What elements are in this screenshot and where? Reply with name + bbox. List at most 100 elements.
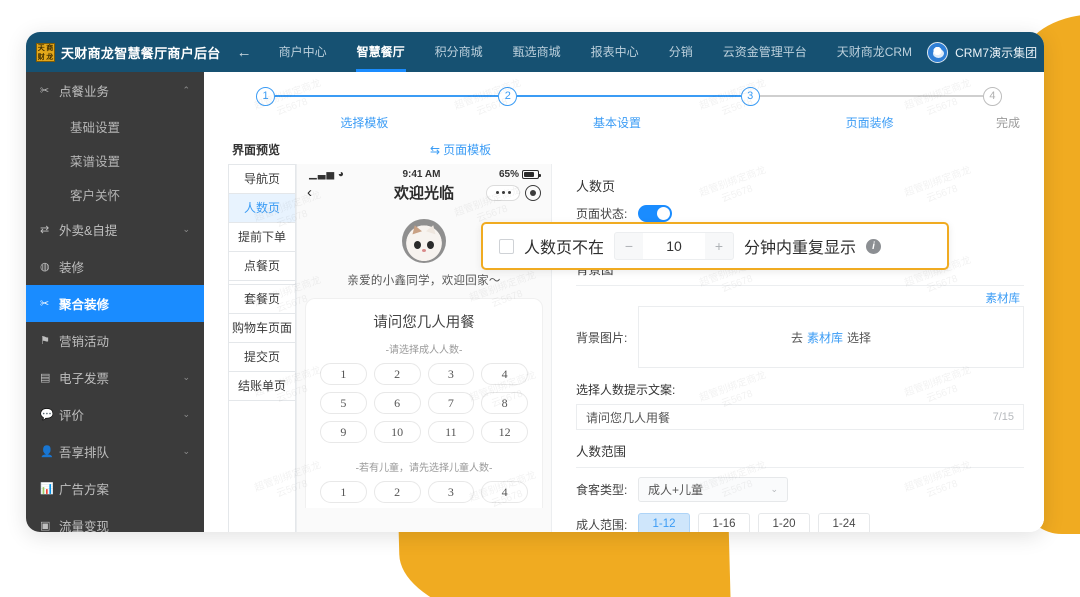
sidebar-icon: ◍ [40, 261, 50, 273]
back-arrow-icon[interactable]: ← [237, 44, 252, 61]
stepper-minus-button[interactable]: − [615, 233, 643, 259]
phone-number-button[interactable]: 12 [481, 421, 528, 443]
page-list-item[interactable]: 提交页 [229, 343, 295, 372]
more-dots-icon[interactable] [486, 184, 520, 201]
adult-range-pill[interactable]: 1-24 [818, 513, 870, 532]
info-icon[interactable]: i [866, 238, 882, 254]
sidebar-item-3[interactable]: 客户关怀 [26, 177, 204, 211]
adult-range-pill[interactable]: 1-16 [698, 513, 750, 532]
phone-people-card: 请问您几人用餐 -请选择成人人数- 1 2 3 4 5 6 7 8 9 10 11 12 -若有儿童，… [305, 298, 543, 508]
phone-number-button[interactable]: 4 [481, 363, 528, 385]
repeat-display-highlight-bar[interactable]: 人数页不在 − 10 + 分钟内重复显示 i [481, 222, 949, 270]
prompt-input[interactable]: 请问您几人用餐 7/15 [576, 404, 1024, 430]
page-list-item[interactable]: 点餐页 [229, 252, 295, 281]
step-circle: 2 [498, 86, 518, 106]
bg-image-picker[interactable]: 去 素材库 选择 [638, 306, 1024, 368]
step-labels-row: 选择模板 基本设置 页面装修 完成 [256, 114, 1020, 131]
brand: 天 商 财 龙 天财商龙智慧餐厅商户后台 [36, 42, 225, 62]
top-nav-items: 商户中心 智慧餐厅 积分商城 甄选商城 报表中心 分销 云资金管理平台 天财商龙CRM [264, 32, 927, 72]
page-list-item[interactable]: 套餐页 [229, 285, 295, 314]
target-icon[interactable] [525, 184, 541, 201]
sidebar-item-7[interactable]: ⚑ 营销活动 [26, 322, 204, 359]
sidebar-item-11[interactable]: 📊 广告方案 [26, 470, 204, 507]
page-list-item[interactable]: 提前下单 [229, 223, 295, 252]
sidebar-item-8[interactable]: ▤ 电子发票 ⌄ [26, 359, 204, 396]
page-status-row: 页面状态: [570, 205, 1024, 222]
bg-image-row: 背景图片: 去 素材库 选择 [570, 306, 1024, 368]
page-list-item[interactable]: 购物车页面 [229, 314, 295, 343]
top-nav-item[interactable]: 甄选商城 [498, 32, 576, 72]
brand-title: 天财商龙智慧餐厅商户后台 [61, 45, 221, 61]
page-list: 导航页 人数页 提前下单 点餐页套餐页 购物车页面 提交页 结账单页 [228, 164, 296, 532]
sidebar-item-10[interactable]: 👤 吾享排队 ⌄ [26, 433, 204, 470]
phone-number-button[interactable]: 10 [373, 421, 421, 443]
sidebar-item-12[interactable]: ▣ 流量变现 [26, 507, 204, 532]
step-circle: 4 [982, 86, 1002, 106]
chevron-icon: ⌄ [182, 224, 190, 234]
step-2[interactable]: 2 [498, 86, 741, 106]
sidebar-item-4[interactable]: ⇄ 外卖&自提 ⌄ [26, 211, 204, 248]
phone-number-button[interactable]: 9 [320, 421, 367, 443]
sidebar-item-label: 点餐业务 [59, 85, 110, 99]
step-label: 基本设置 [592, 116, 641, 130]
sidebar-item-0[interactable]: ✂ 点餐业务 ⌃ [26, 72, 204, 109]
phone-number-button[interactable]: 1 [320, 481, 367, 503]
top-nav-item[interactable]: 云资金管理平台 [708, 32, 822, 72]
sidebar-item-1[interactable]: 基础设置 [26, 109, 204, 143]
phone-number-button[interactable]: 3 [427, 481, 475, 503]
stepper-plus-button[interactable]: + [705, 233, 733, 259]
page-list-item[interactable]: 导航页 [229, 165, 295, 194]
step-circles-row: 1 2 3 4 [256, 84, 1002, 108]
phone-number-button[interactable]: 2 [373, 363, 421, 385]
phone-number-button[interactable]: 5 [320, 392, 367, 414]
material-library-link[interactable]: 素材库 [570, 286, 1024, 306]
sidebar-item-label: 外卖&自提 [59, 224, 118, 238]
top-nav-item[interactable]: 天财商龙CRM [822, 32, 927, 72]
chevron-icon: ⌃ [182, 85, 190, 95]
adult-range-pill[interactable]: 1-20 [758, 513, 810, 532]
sidebar-item-5[interactable]: ◍ 装修 [26, 248, 204, 285]
phone-number-button[interactable]: 8 [481, 392, 528, 414]
phone-preview: ▁▃▅ ◕ 9:41 AM 65% ‹ 欢迎光临 亲爱的小鑫同学，欢迎回家～ 请… [296, 164, 552, 532]
step-connector [759, 95, 983, 97]
phone-number-button[interactable]: 1 [320, 363, 367, 385]
sidebar-item-label: 流量变现 [59, 520, 110, 532]
step-3[interactable]: 3 [740, 86, 983, 106]
sidebar-item-6[interactable]: ✂ 聚合装修 [26, 285, 204, 322]
repeat-display-checkbox[interactable] [499, 238, 514, 254]
page-list-item[interactable]: 结账单页 [229, 372, 295, 401]
stepper-value[interactable]: 10 [643, 233, 706, 259]
repeat-text-before: 人数页不在 [524, 240, 605, 257]
top-nav-item[interactable]: 报表中心 [576, 32, 654, 72]
phone-number-button[interactable]: 11 [427, 421, 475, 443]
step-4[interactable]: 4 [982, 86, 1002, 106]
account-name[interactable]: CRM7演示集团 [955, 44, 1037, 61]
adult-range-pills: 1-12 1-16 1-20 1-24 [638, 513, 870, 532]
sidebar-item-9[interactable]: 💬 评价 ⌄ [26, 396, 204, 433]
diner-type-value: 成人+儿童 [648, 483, 704, 497]
bg-picker-link[interactable]: 素材库 [807, 329, 843, 346]
prompt-label: 选择人数提示文案: [576, 383, 676, 397]
phone-number-button[interactable]: 3 [427, 363, 475, 385]
sidebar-item-label: 基础设置 [70, 120, 121, 135]
diner-type-select[interactable]: 成人+儿童 ⌄ [638, 477, 788, 502]
page-template-link[interactable]: ⇆ 页面模板 [430, 141, 491, 158]
page-status-toggle[interactable] [638, 205, 672, 222]
top-nav-item[interactable]: 商户中心 [264, 32, 342, 72]
top-nav-item[interactable]: 分销 [654, 32, 708, 72]
adult-range-pill[interactable]: 1-12 [638, 513, 690, 532]
app-window: 天 商 财 龙 天财商龙智慧餐厅商户后台 ← 商户中心 智慧餐厅 积分商城 甄选商城报… [26, 32, 1044, 532]
logo-char-4: 龙 [46, 53, 54, 61]
page-list-item[interactable]: 人数页 [229, 194, 295, 223]
minutes-stepper[interactable]: − 10 + [614, 232, 735, 260]
phone-number-button[interactable]: 4 [481, 481, 528, 503]
cat-avatar-icon [402, 219, 446, 263]
phone-number-button[interactable]: 7 [427, 392, 475, 414]
step-1[interactable]: 1 [256, 86, 499, 106]
sidebar-item-2[interactable]: 菜谱设置 [26, 143, 204, 177]
sidebar-icon: ▣ [40, 520, 51, 532]
phone-number-button[interactable]: 2 [373, 481, 421, 503]
top-nav-item[interactable]: 智慧餐厅 [342, 32, 420, 72]
phone-number-button[interactable]: 6 [373, 392, 421, 414]
top-nav-item[interactable]: 积分商城 [420, 32, 498, 72]
